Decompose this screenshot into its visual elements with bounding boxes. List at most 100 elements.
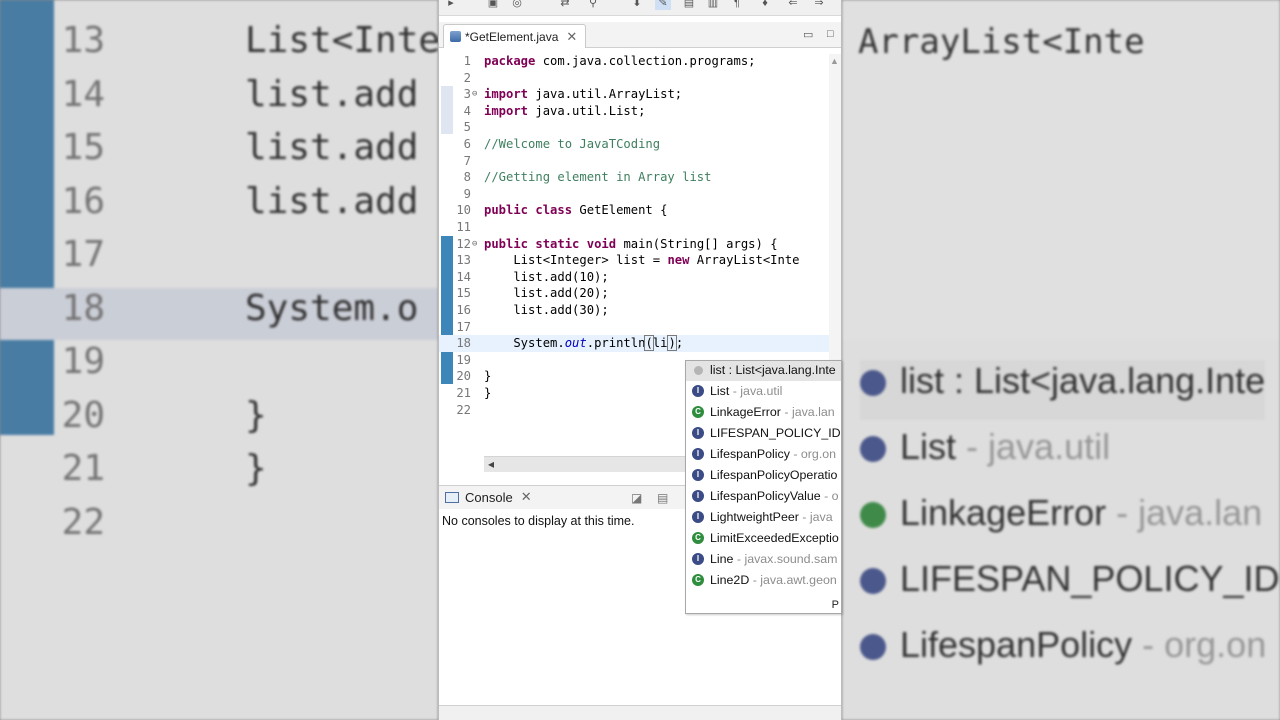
open-type-icon[interactable]: ⇄ — [557, 0, 573, 10]
proposal-name: LimitExceededExceptio — [710, 531, 839, 545]
proposal-label: LIFESPAN_POLICY_ID - — [710, 423, 842, 444]
keyword-token: void — [586, 236, 617, 251]
code-token: out — [564, 336, 587, 351]
code-text: } — [484, 368, 491, 385]
proposal-name: list : List<java.lang.Inte — [710, 363, 836, 377]
pin-console-icon[interactable]: ◪ — [631, 491, 642, 505]
proposal-item[interactable]: C LimitExceededExceptio — [686, 528, 841, 549]
background-code-blur: 13 List<Inte 14 list.add 15 list.add 16 list.ad… — [0, 0, 438, 720]
line-number: 15 — [456, 286, 471, 301]
interface-icon: I — [692, 511, 704, 523]
proposal-label: LifespanPolicy - org.on — [710, 444, 836, 465]
background-proposal: List - java.util — [860, 426, 1110, 486]
proposal-item[interactable]: I Line - javax.sound.sam — [686, 549, 841, 570]
code-token: list.add(20); — [484, 286, 609, 301]
proposal-item[interactable]: I LifespanPolicyOperatio — [686, 465, 841, 486]
search-icon[interactable]: ⚲ — [585, 0, 601, 10]
background-proposal-package: - java.lan — [1106, 492, 1263, 533]
tab-title: *GetElement.java — [465, 29, 559, 44]
line-number: 18 — [456, 336, 471, 351]
fold-toggle-icon[interactable]: ⊖ — [472, 236, 477, 253]
code-text: //Getting element in Array list — [484, 169, 711, 186]
interface-icon: I — [692, 385, 704, 397]
background-proposal-package: - java.util — [956, 426, 1111, 467]
annotation-nav-icon[interactable]: ♦ — [757, 0, 773, 10]
proposal-package: - — [841, 426, 842, 440]
close-icon[interactable]: ✕ — [566, 29, 577, 45]
background-code-line: 22 — [0, 502, 438, 554]
proposal-label: List - java.util — [710, 381, 782, 402]
background-proposal-name: list : List<java.lang.Inte — [900, 360, 1266, 401]
back-icon[interactable]: ⇐ — [785, 0, 801, 10]
close-icon[interactable]: ✕ — [521, 489, 532, 505]
proposal-name: LinkageError — [710, 405, 781, 419]
background-line-number: 16 — [61, 180, 105, 222]
line-number: 8 — [463, 170, 471, 185]
proposal-item[interactable]: I LifespanPolicy - org.on — [686, 444, 841, 465]
code-token: ; — [675, 336, 684, 351]
proposal-item[interactable]: C Line2D - java.awt.geon — [686, 570, 841, 591]
code-token: System. — [484, 336, 565, 351]
proposal-name: LIFESPAN_POLICY_ID — [710, 426, 841, 440]
code-token: list.add(10); — [484, 269, 609, 284]
proposal-name: LifespanPolicyOperatio — [710, 468, 838, 482]
code-line: 10 public class GetElement { — [439, 202, 831, 219]
tab-getelement-java[interactable]: *GetElement.java ✕ — [443, 24, 587, 48]
code-token: java.util.List; — [528, 103, 646, 118]
proposal-item[interactable]: I LifespanPolicyValue - o — [686, 486, 841, 507]
code-token: list.add(30); — [484, 303, 609, 317]
run-icon[interactable]: ▸ — [443, 0, 459, 10]
new-package-icon[interactable]: ▣ — [485, 0, 501, 10]
code-text: public class GetElement { — [484, 202, 667, 219]
code-text: List<Integer> list = new ArrayList<Inte — [484, 252, 799, 269]
code-token: .println — [586, 336, 646, 351]
background-proposal: LifespanPolicy - org.on — [860, 624, 1266, 684]
pilcrow-icon[interactable]: ¶ — [729, 0, 745, 10]
code-text: } — [484, 385, 491, 402]
background-line-number: 19 — [61, 341, 105, 382]
code-text: System.out.println(li); — [484, 335, 683, 352]
tab-console[interactable]: Console ✕ — [445, 489, 532, 505]
show-whitespace-icon[interactable]: ▥ — [705, 0, 721, 10]
code-token: main(String[] args) { — [616, 236, 778, 251]
fold-toggle-icon[interactable]: ⊖ — [472, 86, 477, 103]
keyword-token: class — [535, 203, 573, 218]
code-text: list.add(30); — [484, 302, 609, 319]
forward-icon[interactable]: ⇒ — [811, 0, 827, 10]
code-line: 11 — [439, 219, 831, 236]
code-line: 14 list.add(10); — [439, 269, 831, 286]
keyword-token: new — [667, 253, 690, 268]
code-line: 15 list.add(20); — [439, 285, 831, 302]
background-proposal-name: LinkageError — [900, 492, 1107, 533]
minimize-icon[interactable]: ▭ — [803, 28, 813, 41]
proposal-name: Line2D — [710, 573, 750, 587]
new-class-icon[interactable]: ◎ — [509, 0, 525, 10]
background-code-line: 17 — [0, 234, 438, 286]
proposal-package: - java.awt.geon — [749, 573, 837, 587]
proposal-item[interactable]: I LightweightPeer - java — [686, 507, 841, 528]
background-line-text: } — [245, 394, 267, 436]
maximize-icon[interactable]: □ — [827, 28, 834, 40]
background-code-line: 13 List<Inte — [0, 20, 438, 72]
background-code-line: 18 System.o — [0, 287, 438, 340]
interface-icon: I — [692, 448, 704, 460]
proposal-item[interactable]: list : List<java.lang.Inte — [686, 361, 841, 381]
variable-icon — [694, 366, 703, 375]
background-code-line: 20} — [0, 395, 438, 447]
proposal-item[interactable]: I List - java.util — [686, 381, 841, 402]
proposal-item[interactable]: C LinkageError - java.lan — [686, 402, 841, 423]
proposal-package: - o — [820, 489, 839, 503]
background-proposal-icon — [860, 436, 886, 463]
code-line: 12 ⊖ public static void main(String[] args… — [439, 236, 831, 253]
proposal-item[interactable]: I LIFESPAN_POLICY_ID - — [686, 423, 842, 444]
toggle-mark-icon[interactable]: ▤ — [681, 0, 697, 10]
scroll-up-icon[interactable]: ▲ — [830, 56, 839, 66]
line-number: 17 — [456, 319, 471, 334]
code-line: 6 //Welcome to JavaTCoding — [439, 136, 831, 153]
highlight-icon[interactable]: ✎ — [655, 0, 671, 10]
next-annotation-icon[interactable]: ⬇ — [629, 0, 645, 10]
display-console-icon[interactable]: ▤ — [657, 491, 668, 505]
scroll-left-icon[interactable]: ◂ — [488, 457, 494, 471]
proposal-package: - java — [798, 510, 833, 524]
